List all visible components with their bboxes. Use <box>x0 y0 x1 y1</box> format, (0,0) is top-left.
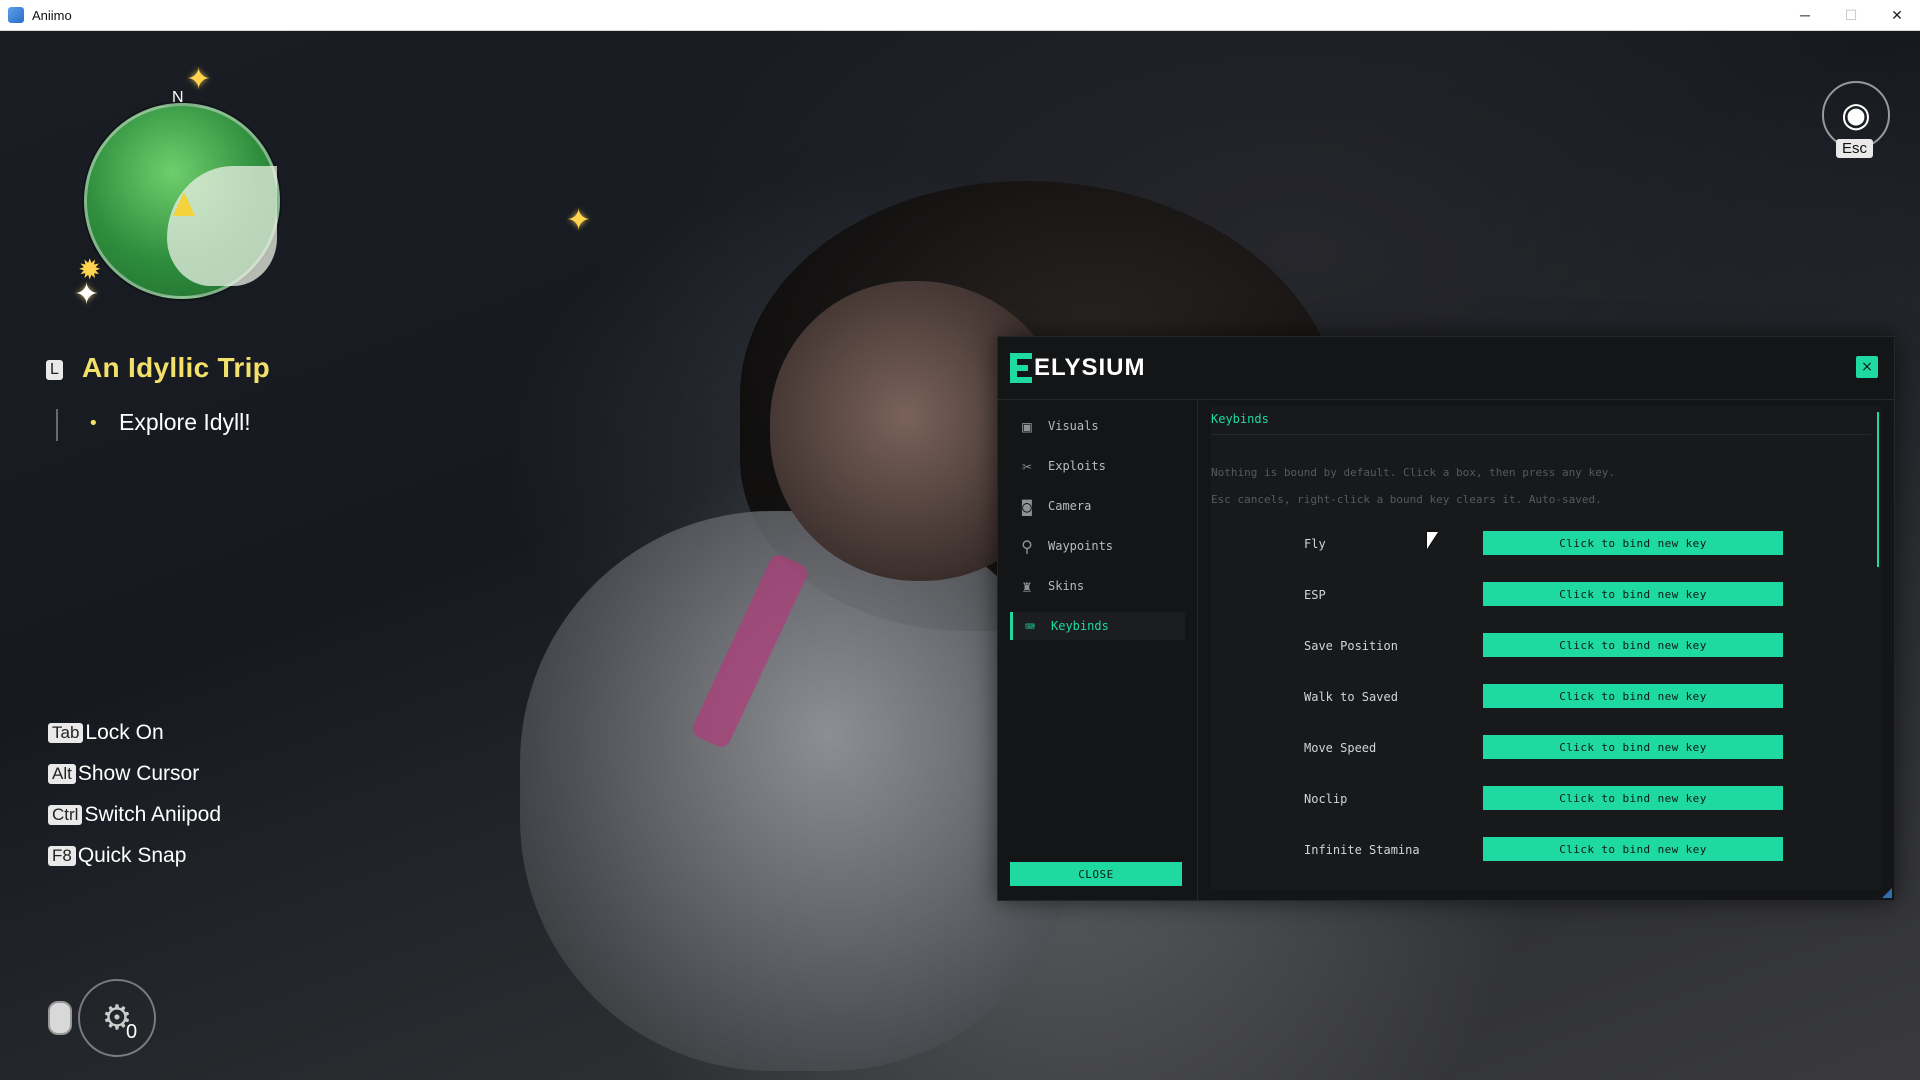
game-viewport[interactable]: N ✦ ✹ ✦ ✦ L An Idyllic Trip • Explore Id… <box>0 31 1920 1080</box>
hotkey-label: Lock On <box>85 721 164 744</box>
quest-title[interactable]: An Idyllic Trip <box>82 352 270 384</box>
quest-key-hint: L <box>46 360 63 380</box>
bind-label: Noclip <box>1304 792 1348 806</box>
window-controls: ─ ☐ ✕ <box>1782 0 1920 30</box>
nav-label: Keybinds <box>1051 619 1109 633</box>
bind-key-button[interactable]: Click to bind new key <box>1483 837 1783 861</box>
tools-icon: ✂ <box>1022 456 1032 476</box>
map-pin-icon: ⚲ <box>1021 536 1033 556</box>
bind-key-button[interactable]: Click to bind new key <box>1483 786 1783 810</box>
character-jacket <box>520 511 1080 1071</box>
waypoint-marker-icon: ✦ <box>74 277 100 312</box>
nav-label: Visuals <box>1048 419 1099 433</box>
minimap[interactable] <box>84 103 280 299</box>
hotkey-label: Quick Snap <box>77 844 187 867</box>
mouse-icon <box>48 1001 72 1035</box>
bind-key-button[interactable]: Click to bind new key <box>1483 684 1783 708</box>
panel-header[interactable]: ELYSIUM × <box>998 337 1894 400</box>
bind-row-noclip: Noclip Click to bind new key <box>1211 786 1783 810</box>
nav-item-skins[interactable]: ♜ Skins <box>1010 572 1182 600</box>
scrollbar[interactable] <box>1877 412 1879 567</box>
bind-label: Save Position <box>1304 639 1398 653</box>
nav-label: Camera <box>1048 499 1092 513</box>
close-window-button[interactable]: ✕ <box>1874 0 1920 30</box>
hint-text: Nothing is bound by default. Click a box… <box>1211 466 1615 479</box>
player-arrow-icon <box>173 192 195 216</box>
minimap-terrain <box>167 166 277 286</box>
shirt-icon: ♜ <box>1022 576 1032 596</box>
app-icon <box>8 7 24 23</box>
bind-row-save-position: Save Position Click to bind new key <box>1211 633 1783 657</box>
bind-row-move-speed: Move Speed Click to bind new key <box>1211 735 1783 759</box>
bind-label: Infinite Stamina <box>1304 843 1420 857</box>
nav-item-camera[interactable]: ◙ Camera <box>1010 492 1182 520</box>
bind-label: Walk to Saved <box>1304 690 1398 704</box>
key-cap: Ctrl <box>48 805 83 825</box>
nav-label: Skins <box>1048 579 1085 593</box>
nav-item-exploits[interactable]: ✂ Exploits <box>1010 452 1182 480</box>
nav-item-waypoints[interactable]: ⚲ Waypoints <box>1010 532 1182 560</box>
window-title: Aniimo <box>32 7 72 23</box>
bind-key-button[interactable]: Click to bind new key <box>1483 531 1783 555</box>
bind-row-esp: ESP Click to bind new key <box>1211 582 1783 606</box>
nav-label: Exploits <box>1048 459 1106 473</box>
image-icon: ▣ <box>1022 416 1032 436</box>
quest-connector-line <box>56 409 58 441</box>
panel-close-icon[interactable]: × <box>1856 356 1878 378</box>
keybinds-content: Keybinds Nothing is bound by default. Cl… <box>1211 406 1881 890</box>
quest-objective: Explore Idyll! <box>119 409 251 435</box>
section-title: Keybinds <box>1211 412 1269 426</box>
bind-label: ESP <box>1304 588 1326 602</box>
elysium-panel: ELYSIUM × ▣ Visuals ✂ Exploits ◙ Camera … <box>997 336 1895 901</box>
bind-row-infinite-stamina: Infinite Stamina Click to bind new key <box>1211 837 1783 861</box>
camera-icon: ◙ <box>1022 496 1032 516</box>
close-button[interactable]: CLOSE <box>1010 862 1182 886</box>
aniipod-wheel-icon[interactable]: ⚙ <box>78 979 156 1057</box>
bind-label: Fly <box>1304 537 1326 551</box>
bind-row-walk-to-saved: Walk to Saved Click to bind new key <box>1211 684 1783 708</box>
resize-grip[interactable] <box>1882 888 1892 898</box>
maximize-button[interactable]: ☐ <box>1828 0 1874 30</box>
window-title-bar: Aniimo ─ ☐ ✕ <box>0 0 1920 31</box>
key-cap: F8 <box>48 846 76 866</box>
bind-row-fly: Fly Click to bind new key <box>1211 531 1783 555</box>
quest-tracker: L An Idyllic Trip <box>46 352 270 383</box>
nav-item-visuals[interactable]: ▣ Visuals <box>1010 412 1182 440</box>
bind-key-button[interactable]: Click to bind new key <box>1483 633 1783 657</box>
aniipod-count: 0 <box>126 1021 138 1043</box>
hotkey-switch-aniipod: Ctrl Switch Aniipod <box>48 803 221 827</box>
compass-north-label: N <box>172 89 184 106</box>
key-cap: Tab <box>48 723 84 743</box>
bind-label: Move Speed <box>1304 741 1377 755</box>
hotkey-label: Show Cursor <box>77 762 200 785</box>
nav-label: Waypoints <box>1048 539 1114 553</box>
quest-bullet-icon: • <box>88 413 99 434</box>
section-divider <box>1211 434 1871 435</box>
bind-key-button[interactable]: Click to bind new key <box>1483 582 1783 606</box>
nav-item-keybinds[interactable]: ⌨ Keybinds <box>1010 612 1185 640</box>
key-cap: Alt <box>48 764 76 784</box>
minimize-button[interactable]: ─ <box>1782 0 1828 30</box>
hotkey-lock-on: Tab Lock On <box>48 721 164 745</box>
mouse-cursor-icon <box>1427 532 1438 549</box>
bind-key-button[interactable]: Click to bind new key <box>1483 735 1783 759</box>
esc-key-hint: Esc <box>1836 139 1874 158</box>
brand-name: ELYSIUM <box>1034 354 1146 381</box>
quest-target-icon: ✦ <box>566 203 592 238</box>
keyboard-icon: ⌨ <box>1025 616 1035 636</box>
hint-text: Esc cancels, right-click a bound key cle… <box>1211 493 1602 506</box>
panel-sidebar: ▣ Visuals ✂ Exploits ◙ Camera ⚲ Waypoint… <box>998 400 1198 900</box>
hotkey-label: Switch Aniipod <box>84 803 222 826</box>
hotkey-show-cursor: Alt Show Cursor <box>48 762 199 786</box>
hotkey-quick-snap: F8 Quick Snap <box>48 844 186 868</box>
waypoint-star-icon: ✦ <box>186 62 212 97</box>
